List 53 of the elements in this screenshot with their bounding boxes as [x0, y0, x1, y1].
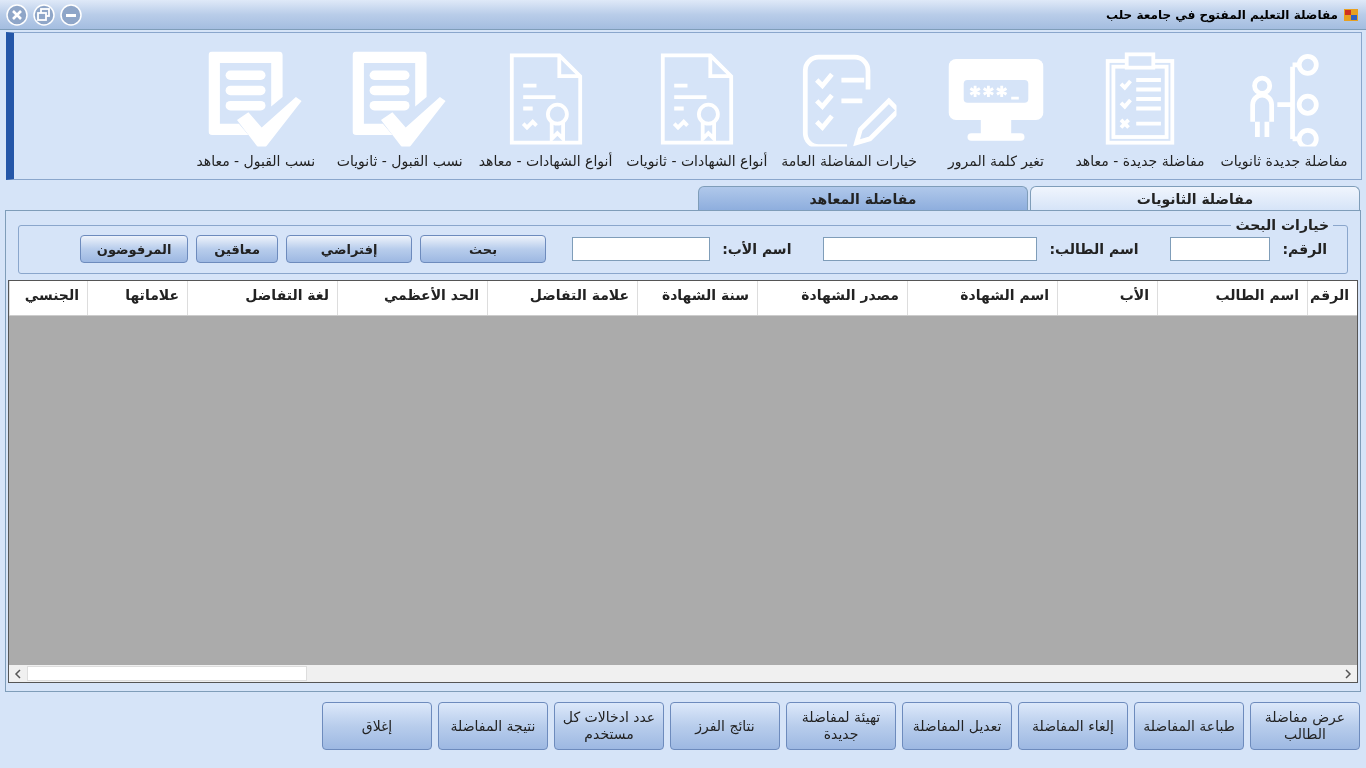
- toolbar-button[interactable]: مفاضلة جديدة - معاهد: [1075, 49, 1205, 169]
- horizontal-scrollbar[interactable]: [9, 665, 1357, 682]
- window-title: مفاضلة التعليم المفتوح في جامعة حلب: [1106, 7, 1338, 22]
- minimize-button[interactable]: [60, 3, 82, 26]
- column-header[interactable]: مصدر الشهادة: [757, 281, 907, 315]
- toolbar-button[interactable]: أنواع الشهادات - معاهد: [478, 49, 613, 169]
- action-button[interactable]: نتيجة المفاضلة: [438, 702, 548, 750]
- action-button[interactable]: إغلاق: [322, 702, 432, 750]
- column-header[interactable]: لغة التفاضل: [187, 281, 337, 315]
- column-header[interactable]: اسم الشهادة: [907, 281, 1057, 315]
- action-button[interactable]: إلغاء المفاضلة: [1018, 702, 1128, 750]
- field-label: الرقم:: [1282, 241, 1327, 257]
- input-field[interactable]: [823, 237, 1038, 261]
- action-button[interactable]: تهيئة لمفاضلة جديدة: [786, 702, 896, 750]
- tab[interactable]: مفاضلة الثانويات: [1030, 186, 1360, 210]
- search-button[interactable]: بحث: [420, 235, 547, 263]
- action-button[interactable]: طباعة المفاضلة: [1134, 702, 1244, 750]
- search-button[interactable]: إفتراضي: [286, 235, 413, 263]
- column-header[interactable]: الجنسي: [9, 281, 87, 315]
- toolbar-button[interactable]: تغير كلمة المرور: [931, 49, 1061, 169]
- input-field[interactable]: [572, 237, 711, 261]
- scroll-left-icon[interactable]: [13, 668, 23, 679]
- scroll-right-icon[interactable]: [1343, 668, 1353, 679]
- certificate-icon: [507, 51, 584, 147]
- column-header[interactable]: سنة الشهادة: [637, 281, 757, 315]
- toolbar-button[interactable]: خيارات المفاضلة العامة: [781, 49, 917, 169]
- action-button[interactable]: عرض مفاضلة الطالب: [1250, 702, 1360, 750]
- document-check-icon: [352, 51, 448, 147]
- input-field[interactable]: [1170, 237, 1271, 261]
- column-header[interactable]: اسم الطالب: [1157, 281, 1307, 315]
- search-button[interactable]: معاقين: [196, 235, 279, 263]
- toolbar-button[interactable]: أنواع الشهادات - ثانويات: [626, 49, 768, 169]
- close-button[interactable]: [6, 3, 28, 26]
- action-button[interactable]: نتائج الفرز: [670, 702, 780, 750]
- document-check-icon: [208, 51, 304, 147]
- action-button[interactable]: تعديل المفاضلة: [902, 702, 1012, 750]
- tab[interactable]: مفاضلة المعاهد: [698, 186, 1028, 210]
- action-button[interactable]: عدد ادخالات كل مستخدم: [554, 702, 664, 750]
- column-header[interactable]: علاماتها: [87, 281, 187, 315]
- group-title: خيارات البحث: [1234, 217, 1330, 233]
- certificate-icon: [658, 51, 735, 147]
- field-label: اسم الأب:: [722, 241, 792, 257]
- toolbar-button[interactable]: نسب القبول - معاهد: [190, 49, 321, 169]
- toolbar-button[interactable]: مفاضلة جديدة ثانويات: [1219, 49, 1349, 169]
- restore-button[interactable]: [33, 3, 55, 26]
- column-header[interactable]: الأب: [1057, 281, 1157, 315]
- toolbar-button[interactable]: نسب القبول - ثانويات: [334, 49, 465, 169]
- column-header[interactable]: علامة التفاضل: [487, 281, 637, 315]
- field-label: اسم الطالب:: [1049, 241, 1139, 257]
- app-icon: [1344, 8, 1358, 21]
- column-header[interactable]: الحد الأعظمي: [337, 281, 487, 315]
- column-header[interactable]: الرقم: [1307, 281, 1357, 315]
- search-button[interactable]: المرفوضون: [80, 235, 189, 263]
